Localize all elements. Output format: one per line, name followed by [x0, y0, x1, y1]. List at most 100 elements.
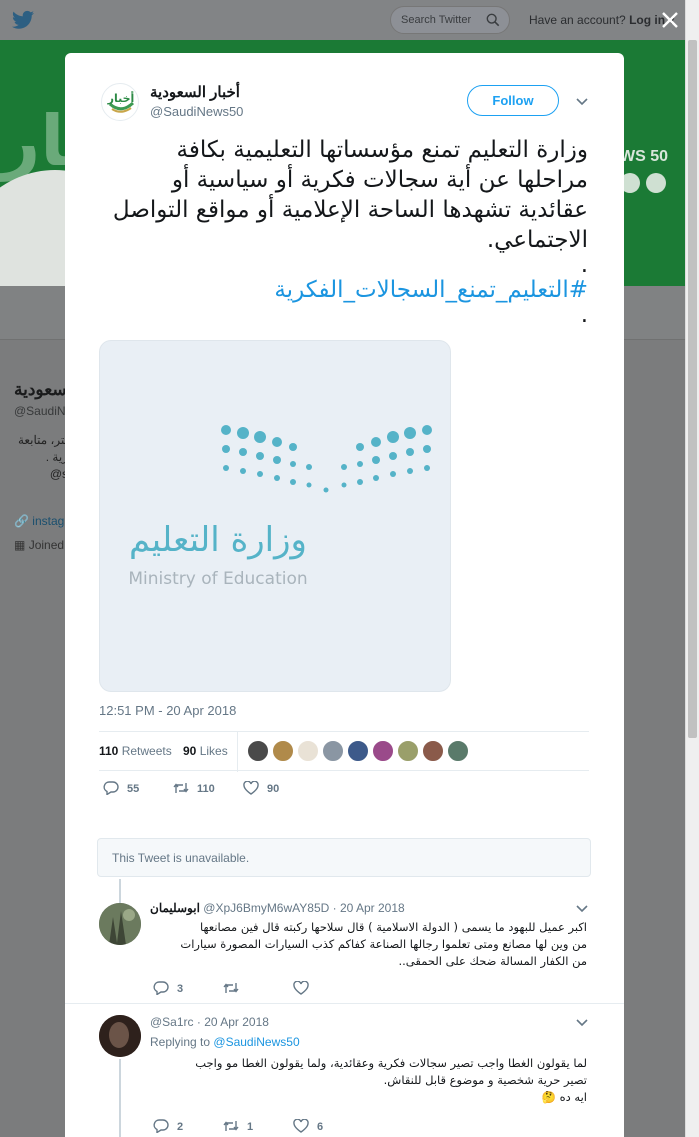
like-action[interactable]: 90 — [243, 780, 280, 795]
reply-count: 3 — [177, 983, 184, 995]
reply-count: 55 — [127, 783, 140, 795]
like-icon — [243, 780, 259, 795]
like-icon — [293, 980, 309, 995]
reply-line: من وين لها مصانع ومتى تعلموا رجالها الصن… — [180, 937, 587, 951]
retweet-action[interactable]: 110 — [173, 781, 215, 795]
reply-text: لما يقولون الغطا واجب تصير سجالات فكرية … — [150, 1055, 587, 1106]
tweet-timestamp[interactable]: 12:51 PM - 20 Apr 2018 — [99, 703, 236, 718]
reply-count: 2 — [177, 1121, 184, 1133]
chevron-down-icon[interactable] — [576, 905, 588, 913]
reply-actions: 2 1 6 — [153, 1118, 403, 1135]
bio-line: يتر، متابعة — [17, 433, 68, 447]
replying-prefix: Replying to — [150, 1035, 211, 1049]
thread-line — [119, 1059, 121, 1137]
logo-arabic-text: وزارة التعليم — [129, 520, 307, 560]
logo-english-text: Ministry of Education — [128, 569, 307, 589]
reply-author-handle[interactable]: @Sa1rc — [150, 1015, 194, 1029]
twitter-bird-icon[interactable] — [12, 10, 34, 30]
reply-meta: @Sa1rc · 20 Apr 2018 — [150, 1015, 269, 1029]
profile-name: سعودية — [14, 380, 67, 399]
reply-author-handle[interactable]: @XpJ6BmyM6wAY85D — [203, 901, 329, 915]
tweet-actions: 55 110 90 — [99, 780, 399, 801]
reply-date[interactable]: · 20 Apr 2018 — [333, 901, 405, 915]
author-handle[interactable]: @SaudiNews50 — [150, 104, 243, 119]
reply-avatar[interactable] — [99, 903, 141, 945]
unavailable-notice: This Tweet is unavailable. — [97, 838, 591, 877]
scrollbar-thumb[interactable] — [688, 40, 697, 738]
like-action[interactable] — [293, 980, 317, 995]
retweet-icon — [223, 1121, 239, 1131]
liker-avatar[interactable] — [247, 740, 269, 762]
likes-count: 90 — [183, 744, 197, 758]
youtube-icon — [646, 173, 666, 193]
author-name[interactable]: أخبار السعودية — [150, 83, 240, 101]
profile-joined: ▦ Joined — [14, 538, 64, 552]
liker-avatar[interactable] — [297, 740, 319, 762]
joined-text: Joined — [28, 538, 65, 552]
reply-action[interactable]: 55 — [103, 781, 140, 796]
tweet-stats: 110 Retweets 90 Likes — [99, 731, 589, 772]
retweet-count: 110 — [197, 783, 215, 795]
tweet-body: وزارة التعليم تمنع مؤسساتها التعليمية بك… — [112, 137, 588, 253]
reply-line: من الكفار المسالة ضحك على الحمقى.. — [398, 954, 587, 968]
chevron-down-icon[interactable] — [576, 98, 588, 106]
like-icon — [293, 1118, 309, 1133]
tweet-text: وزارة التعليم تمنع مؤسساتها التعليمية بك… — [99, 135, 588, 328]
ministry-logo: وزارة التعليم Ministry of Education — [128, 425, 432, 589]
avatar-image — [99, 903, 141, 945]
replying-handle-link[interactable]: @SaudiNews50 — [213, 1035, 299, 1049]
like-action[interactable]: 6 — [293, 1118, 324, 1133]
likes-label: Likes — [199, 744, 228, 758]
replying-to: Replying to @SaudiNews50 — [150, 1035, 300, 1049]
reply-avatar[interactable] — [99, 1015, 141, 1057]
liker-avatar[interactable] — [372, 740, 394, 762]
liker-avatar[interactable] — [347, 740, 369, 762]
like-count: 6 — [317, 1121, 324, 1133]
author-avatar[interactable]: أخبار — [101, 83, 139, 121]
reply-meta: ابوسليمان @XpJ6BmyM6wAY85D · 20 Apr 2018 — [150, 901, 405, 915]
search-input[interactable]: Search Twitter — [390, 6, 510, 34]
likes-stat[interactable]: 90 Likes — [183, 744, 228, 758]
reply-author-name[interactable]: ابوسليمان — [150, 901, 200, 915]
like-count: 90 — [267, 783, 280, 795]
retweets-label: Retweets — [121, 744, 172, 758]
tweet-media-image[interactable]: وزارة التعليم Ministry of Education — [99, 340, 451, 692]
liker-avatar[interactable] — [422, 740, 444, 762]
retweet-action[interactable] — [223, 981, 247, 995]
reply-line: تصير حرية شخصية و موضوع قابل للنقاش. — [383, 1073, 587, 1087]
avatar-image — [99, 1015, 141, 1057]
reply-icon — [153, 1119, 169, 1134]
liker-avatar[interactable] — [397, 740, 419, 762]
reply-icon — [103, 781, 119, 796]
reply-date[interactable]: · 20 Apr 2018 — [197, 1015, 269, 1029]
bio-line: s@ — [49, 467, 68, 481]
reply-text: اكبر عميل للبهود ما يسمى ( الدولة الاسلا… — [150, 919, 587, 970]
chevron-down-icon[interactable] — [576, 1019, 588, 1027]
retweet-action[interactable]: 1 — [223, 1119, 253, 1133]
follow-button[interactable]: Follow — [467, 85, 559, 116]
link-icon: 🔗 — [14, 514, 29, 528]
tweet-dot: . — [580, 302, 588, 328]
reply-actions: 3 — [153, 980, 403, 997]
svg-text:أخبار: أخبار — [107, 91, 135, 105]
retweets-stat[interactable]: 110 Retweets — [99, 744, 172, 758]
liker-avatar[interactable] — [322, 740, 344, 762]
liker-avatar[interactable] — [447, 740, 469, 762]
reply-line: ايه ده 🤔 — [541, 1090, 587, 1104]
profile-handle: @SaudiN — [14, 404, 66, 418]
search-icon[interactable] — [486, 13, 500, 27]
reply-action[interactable]: 3 — [153, 981, 184, 996]
retweets-count: 110 — [99, 744, 119, 758]
profile-link[interactable]: 🔗 instag — [14, 514, 64, 528]
author-logo: أخبار — [107, 91, 135, 113]
account-prompt-text: Have an account? — [529, 13, 626, 27]
page-scrollbar[interactable] — [685, 0, 699, 1137]
liker-avatar[interactable] — [272, 740, 294, 762]
calendar-icon: ▦ — [14, 538, 26, 552]
reply-action[interactable]: 2 — [153, 1119, 184, 1134]
tweet-hashtag[interactable]: #التعليم_تمنع_السجالات_الفكرية — [99, 275, 588, 305]
bio-line: رية . — [45, 450, 68, 464]
search-placeholder: Search Twitter — [401, 14, 472, 26]
close-icon[interactable] — [660, 10, 680, 30]
retweet-count: 1 — [247, 1121, 254, 1133]
